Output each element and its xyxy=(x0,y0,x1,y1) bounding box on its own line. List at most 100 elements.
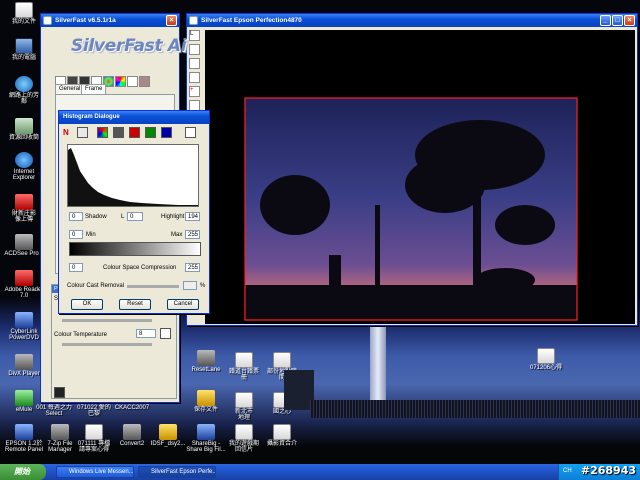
desktop-icon[interactable]: 我的電腦 xyxy=(4,38,44,61)
pc-file-icon xyxy=(15,38,33,54)
min-label: Min xyxy=(86,232,96,238)
blue-channel-icon[interactable] xyxy=(161,127,172,138)
desktop-icon[interactable]: CyberLink PowerDVD xyxy=(4,312,44,341)
desktop-icon[interactable]: Adobe Reader 7.0 xyxy=(4,270,44,299)
watermark: #268943 xyxy=(580,464,636,477)
desktop-icon[interactable]: Internet Explorer xyxy=(4,152,44,181)
min-max-gradient-slider[interactable] xyxy=(69,242,201,256)
red-channel-icon[interactable] xyxy=(129,127,140,138)
sf-titlebar[interactable]: SilverFast v6.5.1r1a × xyxy=(41,14,179,27)
histogram-titlebar[interactable]: Histogram Dialogue xyxy=(59,111,209,124)
preview-canvas[interactable] xyxy=(205,30,635,324)
task-windows-live-messenger[interactable]: Windows Live Messen... xyxy=(56,466,134,478)
doc-file-icon xyxy=(85,424,103,440)
add-frame-icon[interactable]: + xyxy=(189,86,200,97)
close-button[interactable]: × xyxy=(624,15,635,26)
desktop-icon-label: Internet Explorer xyxy=(12,169,36,181)
desktop-icon-label: 071022 愛的 巴黎 xyxy=(77,405,111,417)
rgb-icon[interactable] xyxy=(97,127,108,138)
tab-frame[interactable]: Frame xyxy=(81,84,107,94)
histogram-toolbar: N xyxy=(63,127,207,141)
ok-button[interactable]: OK xyxy=(71,299,103,310)
grey-file-icon xyxy=(15,234,33,250)
desktop-icon[interactable]: Convert2 xyxy=(112,424,152,447)
histogram-dialogue[interactable]: Histogram Dialogue N 0 Shadow L 0 Highli… xyxy=(58,110,210,314)
tab-general[interactable]: General xyxy=(55,84,85,94)
desktop-icon[interactable]: DivX Player xyxy=(4,354,44,377)
desktop-icon-label: 001 每週之力 Select xyxy=(36,405,72,417)
grey-file-icon xyxy=(51,424,69,440)
desktop-icon[interactable]: 我的文件 xyxy=(4,2,44,25)
task-silverfast[interactable]: SilverFast Epson Perfe... xyxy=(138,466,216,478)
desktop-icon[interactable]: 新北市 地理 xyxy=(224,392,264,421)
colour-cast-field[interactable] xyxy=(183,281,197,290)
fence-silhouette xyxy=(310,400,640,418)
histogram-view-icon[interactable] xyxy=(185,127,196,138)
desktop-icon-label: ResetLane xyxy=(191,367,221,373)
doc-file-icon xyxy=(235,392,253,408)
desktop-icon-label: Adobe Reader 7.0 xyxy=(4,287,44,299)
flip-tool-icon[interactable] xyxy=(189,72,200,83)
desktop-icon[interactable]: 網路上的芳 鄰 xyxy=(4,76,44,105)
highlight-field[interactable]: 194 xyxy=(185,212,200,221)
desktop-icon[interactable]: 071206心得 xyxy=(526,348,566,371)
desktop-icon[interactable]: 071111 專檔 請專案心得 xyxy=(74,424,114,453)
red-file-icon xyxy=(15,270,33,286)
desktop-icon-label: 資源回收筒 xyxy=(8,135,39,141)
histogram-curve xyxy=(68,148,198,206)
compression-left-field[interactable]: 0 xyxy=(69,263,83,272)
desktop-icon[interactable]: 鐵道台鐵票 冊 xyxy=(224,352,264,381)
reset-button[interactable]: Reset xyxy=(119,299,151,310)
doc-file-icon xyxy=(235,424,253,440)
desktop-icon[interactable]: 攝影資合介 xyxy=(262,424,302,447)
selective-color-icon[interactable] xyxy=(115,76,126,87)
desktop-icon-label: 071111 專檔 請專案心得 xyxy=(77,441,111,453)
eyedropper-icon[interactable] xyxy=(77,127,88,138)
colour-cast-slider[interactable] xyxy=(127,285,179,288)
min-field[interactable]: 0 xyxy=(69,230,83,239)
reset-icon[interactable]: N xyxy=(63,127,74,138)
histogram-mini-icon[interactable] xyxy=(54,387,65,398)
compression-right-field[interactable]: 255 xyxy=(185,263,200,272)
grey-channel-icon[interactable] xyxy=(113,127,124,138)
sharpen-icon[interactable] xyxy=(127,76,138,87)
preview-window[interactable]: SilverFast Epson Perfection4870 _ □ × L + xyxy=(186,13,638,326)
desktop-icon[interactable]: 財新庄影 像上傳 xyxy=(4,194,44,223)
desktop-icon[interactable]: 保存文件 xyxy=(186,390,226,413)
l-field[interactable]: 0 xyxy=(127,212,143,221)
desktop-icon[interactable]: IDSF_dsy2... xyxy=(148,424,188,447)
taskbar: 開始 Windows Live Messen... SilverFast Eps… xyxy=(0,464,640,480)
blue-file-icon xyxy=(15,424,33,440)
desktop-icon-label: CKACC2007 xyxy=(114,405,150,411)
shadow-value-left: 0 xyxy=(69,212,83,221)
maximize-button[interactable]: □ xyxy=(612,15,623,26)
desktop-icon-label: 財新庄影 像上傳 xyxy=(11,211,36,223)
colour-temp-field[interactable]: 8 xyxy=(136,329,156,338)
doc-file-icon xyxy=(235,352,253,368)
colour-temp-slider[interactable] xyxy=(62,343,152,346)
desktop-icon[interactable]: ResetLane xyxy=(186,350,226,373)
desktop-icon-label: EPSON 1.2於 Remote Panel xyxy=(4,441,44,453)
left-field[interactable]: 0 xyxy=(69,212,83,221)
start-button[interactable]: 開始 xyxy=(0,464,46,480)
desktop-icon[interactable]: 資源回收筒 xyxy=(4,118,44,141)
colour-temp-label: Colour Temperature xyxy=(54,332,107,338)
max-field[interactable]: 255 xyxy=(185,230,200,239)
desktop-icon[interactable]: ACDSee Pro 2 xyxy=(4,234,44,257)
desktop-icon[interactable]: EPSON 1.2於 Remote Panel xyxy=(4,424,44,453)
exposure-slider[interactable] xyxy=(62,319,152,322)
cancel-button[interactable]: Cancel xyxy=(167,299,199,310)
dust-removal-icon[interactable] xyxy=(139,76,150,87)
histogram-plot[interactable] xyxy=(67,144,199,207)
desktop-icon-label: 071206心得 xyxy=(529,365,563,371)
colour-temp-button[interactable] xyxy=(160,328,171,339)
language-indicator[interactable]: CH xyxy=(563,468,572,474)
green-channel-icon[interactable] xyxy=(145,127,156,138)
desktop-icon[interactable]: 我的遊戲期 回信片 xyxy=(224,424,264,453)
desktop-icon[interactable]: ShareBig - Share Big Fil... xyxy=(186,424,226,453)
close-button[interactable]: × xyxy=(166,15,177,26)
grn-file-icon xyxy=(15,390,33,406)
app-icon xyxy=(189,16,198,25)
preview-titlebar[interactable]: SilverFast Epson Perfection4870 _ □ × xyxy=(187,14,637,27)
minimize-button[interactable]: _ xyxy=(600,15,611,26)
